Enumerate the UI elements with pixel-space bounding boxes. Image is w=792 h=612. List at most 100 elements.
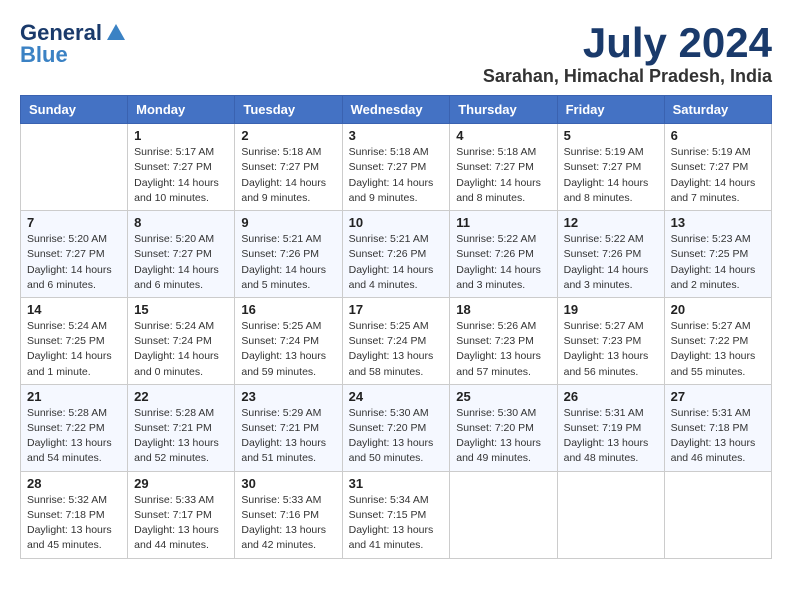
day-number: 28 [27, 476, 121, 491]
calendar-cell: 26 Sunrise: 5:31 AMSunset: 7:19 PMDaylig… [557, 384, 664, 471]
day-number: 30 [241, 476, 335, 491]
calendar-week-1: 1 Sunrise: 5:17 AMSunset: 7:27 PMDayligh… [21, 124, 772, 211]
day-number: 10 [349, 215, 444, 230]
day-number: 14 [27, 302, 121, 317]
calendar-week-4: 21 Sunrise: 5:28 AMSunset: 7:22 PMDaylig… [21, 384, 772, 471]
calendar-cell: 20 Sunrise: 5:27 AMSunset: 7:22 PMDaylig… [664, 297, 771, 384]
calendar-cell: 22 Sunrise: 5:28 AMSunset: 7:21 PMDaylig… [128, 384, 235, 471]
day-info: Sunrise: 5:24 AMSunset: 7:24 PMDaylight:… [134, 319, 228, 380]
day-info: Sunrise: 5:33 AMSunset: 7:16 PMDaylight:… [241, 493, 335, 554]
calendar-cell: 8 Sunrise: 5:20 AMSunset: 7:27 PMDayligh… [128, 211, 235, 298]
calendar-cell [664, 471, 771, 558]
calendar-cell: 27 Sunrise: 5:31 AMSunset: 7:18 PMDaylig… [664, 384, 771, 471]
day-info: Sunrise: 5:32 AMSunset: 7:18 PMDaylight:… [27, 493, 121, 554]
calendar-cell: 6 Sunrise: 5:19 AMSunset: 7:27 PMDayligh… [664, 124, 771, 211]
day-info: Sunrise: 5:18 AMSunset: 7:27 PMDaylight:… [456, 145, 550, 206]
header-monday: Monday [128, 96, 235, 124]
calendar-cell: 15 Sunrise: 5:24 AMSunset: 7:24 PMDaylig… [128, 297, 235, 384]
day-number: 16 [241, 302, 335, 317]
calendar-cell: 14 Sunrise: 5:24 AMSunset: 7:25 PMDaylig… [21, 297, 128, 384]
day-info: Sunrise: 5:24 AMSunset: 7:25 PMDaylight:… [27, 319, 121, 380]
day-info: Sunrise: 5:21 AMSunset: 7:26 PMDaylight:… [241, 232, 335, 293]
day-info: Sunrise: 5:28 AMSunset: 7:21 PMDaylight:… [134, 406, 228, 467]
month-title: July 2024 [483, 20, 772, 66]
calendar-cell: 30 Sunrise: 5:33 AMSunset: 7:16 PMDaylig… [235, 471, 342, 558]
day-number: 17 [349, 302, 444, 317]
day-number: 24 [349, 389, 444, 404]
header-sunday: Sunday [21, 96, 128, 124]
calendar-week-2: 7 Sunrise: 5:20 AMSunset: 7:27 PMDayligh… [21, 211, 772, 298]
calendar-cell: 29 Sunrise: 5:33 AMSunset: 7:17 PMDaylig… [128, 471, 235, 558]
day-info: Sunrise: 5:20 AMSunset: 7:27 PMDaylight:… [134, 232, 228, 293]
logo-icon [105, 22, 127, 44]
day-number: 2 [241, 128, 335, 143]
calendar-cell: 1 Sunrise: 5:17 AMSunset: 7:27 PMDayligh… [128, 124, 235, 211]
location-title: Sarahan, Himachal Pradesh, India [483, 66, 772, 87]
day-info: Sunrise: 5:29 AMSunset: 7:21 PMDaylight:… [241, 406, 335, 467]
day-info: Sunrise: 5:17 AMSunset: 7:27 PMDaylight:… [134, 145, 228, 206]
day-number: 5 [564, 128, 658, 143]
day-info: Sunrise: 5:33 AMSunset: 7:17 PMDaylight:… [134, 493, 228, 554]
calendar-cell: 3 Sunrise: 5:18 AMSunset: 7:27 PMDayligh… [342, 124, 450, 211]
day-info: Sunrise: 5:30 AMSunset: 7:20 PMDaylight:… [456, 406, 550, 467]
day-number: 31 [349, 476, 444, 491]
header-tuesday: Tuesday [235, 96, 342, 124]
day-info: Sunrise: 5:19 AMSunset: 7:27 PMDaylight:… [564, 145, 658, 206]
day-number: 25 [456, 389, 550, 404]
day-number: 9 [241, 215, 335, 230]
calendar-cell: 2 Sunrise: 5:18 AMSunset: 7:27 PMDayligh… [235, 124, 342, 211]
calendar-cell: 9 Sunrise: 5:21 AMSunset: 7:26 PMDayligh… [235, 211, 342, 298]
calendar-week-5: 28 Sunrise: 5:32 AMSunset: 7:18 PMDaylig… [21, 471, 772, 558]
day-number: 4 [456, 128, 550, 143]
calendar-cell [21, 124, 128, 211]
day-number: 7 [27, 215, 121, 230]
day-number: 21 [27, 389, 121, 404]
calendar-table: Sunday Monday Tuesday Wednesday Thursday… [20, 95, 772, 558]
header-row: Sunday Monday Tuesday Wednesday Thursday… [21, 96, 772, 124]
day-info: Sunrise: 5:23 AMSunset: 7:25 PMDaylight:… [671, 232, 765, 293]
day-number: 22 [134, 389, 228, 404]
day-number: 27 [671, 389, 765, 404]
calendar-cell: 11 Sunrise: 5:22 AMSunset: 7:26 PMDaylig… [450, 211, 557, 298]
day-info: Sunrise: 5:26 AMSunset: 7:23 PMDaylight:… [456, 319, 550, 380]
calendar-cell: 10 Sunrise: 5:21 AMSunset: 7:26 PMDaylig… [342, 211, 450, 298]
calendar-cell: 5 Sunrise: 5:19 AMSunset: 7:27 PMDayligh… [557, 124, 664, 211]
header-wednesday: Wednesday [342, 96, 450, 124]
day-number: 26 [564, 389, 658, 404]
day-info: Sunrise: 5:18 AMSunset: 7:27 PMDaylight:… [241, 145, 335, 206]
day-info: Sunrise: 5:31 AMSunset: 7:19 PMDaylight:… [564, 406, 658, 467]
title-area: July 2024 Sarahan, Himachal Pradesh, Ind… [483, 20, 772, 87]
day-number: 6 [671, 128, 765, 143]
day-number: 18 [456, 302, 550, 317]
day-info: Sunrise: 5:25 AMSunset: 7:24 PMDaylight:… [241, 319, 335, 380]
calendar-cell: 25 Sunrise: 5:30 AMSunset: 7:20 PMDaylig… [450, 384, 557, 471]
day-info: Sunrise: 5:22 AMSunset: 7:26 PMDaylight:… [564, 232, 658, 293]
day-info: Sunrise: 5:34 AMSunset: 7:15 PMDaylight:… [349, 493, 444, 554]
calendar-cell: 7 Sunrise: 5:20 AMSunset: 7:27 PMDayligh… [21, 211, 128, 298]
day-info: Sunrise: 5:27 AMSunset: 7:23 PMDaylight:… [564, 319, 658, 380]
day-number: 15 [134, 302, 228, 317]
logo-blue: Blue [20, 42, 68, 68]
calendar-cell: 4 Sunrise: 5:18 AMSunset: 7:27 PMDayligh… [450, 124, 557, 211]
calendar-cell: 23 Sunrise: 5:29 AMSunset: 7:21 PMDaylig… [235, 384, 342, 471]
calendar-cell: 12 Sunrise: 5:22 AMSunset: 7:26 PMDaylig… [557, 211, 664, 298]
header: General Blue July 2024 Sarahan, Himachal… [20, 20, 772, 87]
day-number: 12 [564, 215, 658, 230]
day-number: 19 [564, 302, 658, 317]
calendar-week-3: 14 Sunrise: 5:24 AMSunset: 7:25 PMDaylig… [21, 297, 772, 384]
header-thursday: Thursday [450, 96, 557, 124]
day-number: 1 [134, 128, 228, 143]
day-number: 8 [134, 215, 228, 230]
day-number: 3 [349, 128, 444, 143]
logo: General Blue [20, 20, 127, 68]
calendar-cell: 28 Sunrise: 5:32 AMSunset: 7:18 PMDaylig… [21, 471, 128, 558]
calendar-cell: 13 Sunrise: 5:23 AMSunset: 7:25 PMDaylig… [664, 211, 771, 298]
day-info: Sunrise: 5:22 AMSunset: 7:26 PMDaylight:… [456, 232, 550, 293]
day-info: Sunrise: 5:28 AMSunset: 7:22 PMDaylight:… [27, 406, 121, 467]
calendar-cell [557, 471, 664, 558]
day-info: Sunrise: 5:18 AMSunset: 7:27 PMDaylight:… [349, 145, 444, 206]
day-info: Sunrise: 5:20 AMSunset: 7:27 PMDaylight:… [27, 232, 121, 293]
day-info: Sunrise: 5:21 AMSunset: 7:26 PMDaylight:… [349, 232, 444, 293]
day-info: Sunrise: 5:19 AMSunset: 7:27 PMDaylight:… [671, 145, 765, 206]
day-info: Sunrise: 5:31 AMSunset: 7:18 PMDaylight:… [671, 406, 765, 467]
